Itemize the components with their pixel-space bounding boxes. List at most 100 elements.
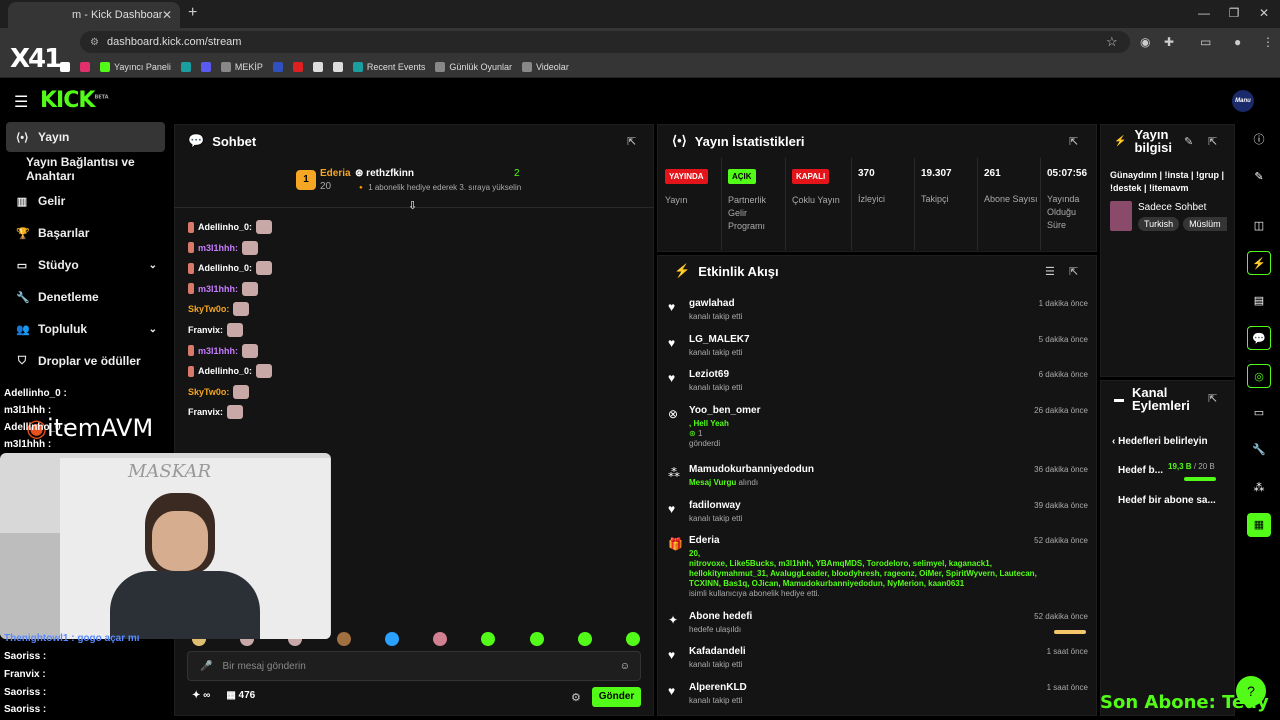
community-icon[interactable]: ⁂	[1247, 476, 1271, 500]
event-user[interactable]: Ederia	[689, 535, 720, 546]
minimize-icon[interactable]: —	[1194, 6, 1214, 20]
category-name[interactable]: Sadece Sohbet	[1138, 202, 1206, 213]
back-link[interactable]: ‹ Hedefleri belirleyin	[1112, 436, 1208, 447]
emote-icon[interactable]	[336, 632, 351, 646]
chat-username[interactable]: m3l1hhh:	[198, 346, 238, 356]
chat-username[interactable]: Adellinho_0:	[198, 222, 252, 232]
clapper-icon[interactable]: ▦	[1247, 513, 1271, 537]
chat-username[interactable]: Franvix:	[188, 407, 223, 417]
chat-icon[interactable]: 💬	[1247, 326, 1271, 350]
emote-icon[interactable]	[433, 632, 448, 646]
new-tab-icon[interactable]: +	[188, 4, 197, 22]
goal-2[interactable]: Hedef bir abone sa...	[1118, 495, 1216, 506]
broadcast-icon[interactable]: ◎	[1247, 364, 1271, 388]
bookmark-item[interactable]	[332, 61, 343, 72]
store[interactable]: ▦ 476	[226, 690, 255, 701]
address-bar[interactable]: ⚙ dashboard.kick.com/stream	[80, 31, 1130, 53]
camera-icon[interactable]: ◫	[1247, 214, 1271, 238]
extensions-puzzle-icon[interactable]: ✚	[1164, 35, 1174, 49]
edit-icon[interactable]: ✎	[1184, 135, 1193, 148]
heart-emote-icon[interactable]	[384, 632, 399, 646]
document-icon[interactable]: ▤	[1247, 289, 1271, 313]
bookmark-item[interactable]: Günlük Oyunlar	[435, 61, 512, 72]
emoji-picker-icon[interactable]: ☺	[620, 661, 630, 672]
menu-icon[interactable]: ☰	[14, 92, 28, 112]
chat-username[interactable]: m3l1hhh:	[198, 284, 238, 294]
emote-icon[interactable]	[481, 632, 496, 646]
avatar[interactable]: Manu	[1232, 90, 1254, 112]
bookmark-star-icon[interactable]: ☆	[1106, 34, 1118, 50]
event-user[interactable]: fadilonway	[689, 500, 741, 511]
close-tab-icon[interactable]: ✕	[162, 8, 172, 22]
wrench-icon[interactable]: 🔧	[1247, 438, 1271, 462]
mic-icon[interactable]: 🎤	[200, 661, 212, 672]
sidebar-item[interactable]: Yayın Bağlantısı ve Anahtarı	[6, 154, 165, 184]
close-window-icon[interactable]: ✕	[1254, 6, 1274, 20]
layout-icon[interactable]: ▭	[1247, 401, 1271, 425]
sidebar-item[interactable]: 👥 Topluluk ⌄	[6, 314, 165, 344]
emote-icon[interactable]	[529, 632, 544, 646]
chat-message[interactable]: Adellinho_0:	[188, 364, 273, 379]
sidebar-item[interactable]: 🏆 Başarılar	[6, 218, 165, 248]
browser-tab[interactable]: m - Kick Dashboard ✕	[8, 2, 180, 28]
bookmark-item[interactable]	[180, 61, 191, 72]
restore-icon[interactable]: ❐	[1224, 6, 1244, 20]
site-info-icon[interactable]: ⚙	[90, 37, 99, 48]
popout-icon[interactable]: ⇱	[1069, 135, 1078, 148]
extension-icon[interactable]: ◉	[1140, 35, 1150, 49]
chat-message[interactable]: Adellinho_0:	[188, 220, 273, 234]
sidebar-item[interactable]: ⛉ Droplar ve ödüller	[6, 346, 165, 376]
chat-username[interactable]: Adellinho_0:	[198, 366, 252, 376]
event-user[interactable]: AlperenKLD	[689, 682, 747, 693]
chat-message[interactable]: m3l1hhh:	[188, 240, 259, 255]
popout-icon[interactable]: ⇱	[627, 135, 636, 148]
sidebar-item[interactable]: ▭ Stüdyo ⌄	[6, 250, 165, 280]
popout-icon[interactable]: ⇱	[1069, 265, 1078, 278]
send-button[interactable]: Gönder	[592, 687, 641, 707]
info-icon[interactable]: ⓘ	[1247, 128, 1271, 152]
event-user[interactable]: LG_MALEK7	[689, 334, 750, 345]
bookmark-item[interactable]: MEKİP	[220, 61, 263, 72]
chat-message[interactable]: Franvix:	[188, 323, 244, 337]
chat-message[interactable]: m3l1hhh:	[188, 343, 259, 358]
browser-menu-icon[interactable]: ⋮	[1262, 35, 1274, 49]
event-user[interactable]: Abone hedefi	[689, 611, 752, 622]
event-user[interactable]: gawlahad	[689, 298, 735, 309]
chat-username[interactable]: Adellinho_0:	[198, 263, 252, 273]
goal-1[interactable]: Hedef b...	[1118, 465, 1163, 476]
filter-icon[interactable]: ☰	[1045, 265, 1055, 278]
bookmark-item[interactable]	[312, 61, 323, 72]
bookmark-item[interactable]: Yayıncı Paneli	[100, 61, 171, 72]
popout-icon[interactable]: ⇱	[1208, 135, 1217, 148]
emote-icon[interactable]	[625, 632, 640, 646]
pencil-icon[interactable]: ✎	[1247, 165, 1271, 189]
chat-message[interactable]: Adellinho_0:	[188, 261, 273, 276]
event-user[interactable]: Kafadandeli	[689, 646, 746, 657]
emote-icon[interactable]	[577, 632, 592, 646]
points[interactable]: ✦ ∞	[192, 690, 210, 701]
sidepanel-icon[interactable]: ▭	[1200, 35, 1211, 49]
sidebar-item[interactable]: ▥ Gelir	[6, 186, 165, 216]
chat-message[interactable]: SkyTw0o:	[188, 384, 250, 399]
kick-logo[interactable]: KICKBETA	[40, 88, 109, 113]
profile-icon[interactable]: ●	[1234, 35, 1241, 49]
sidebar-item[interactable]: ⟨•⟩ Yayın	[6, 122, 165, 152]
lightning-icon[interactable]: ⚡	[1247, 251, 1271, 275]
popout-icon[interactable]: ⇱	[1208, 392, 1217, 405]
bookmark-item[interactable]	[60, 61, 70, 72]
bookmark-item[interactable]: Recent Events	[352, 61, 425, 72]
bookmark-item[interactable]	[292, 61, 303, 72]
chat-message[interactable]: SkyTw0o:	[188, 302, 250, 317]
chevron-down-icon[interactable]: ⌄	[149, 324, 157, 335]
bookmark-item[interactable]	[200, 61, 211, 72]
bookmark-item[interactable]: Videolar	[521, 61, 569, 72]
event-user[interactable]: Mamudokurbanniyedodun	[689, 464, 814, 475]
scroll-down-icon[interactable]: ⇩	[408, 199, 417, 212]
tag[interactable]: Müslüm	[1183, 217, 1227, 231]
chevron-down-icon[interactable]: ⌄	[149, 260, 157, 271]
chat-message[interactable]: Franvix:	[188, 405, 244, 420]
chat-username[interactable]: SkyTw0o:	[188, 304, 229, 314]
bookmark-item[interactable]	[272, 61, 283, 72]
chat-message[interactable]: m3l1hhh:	[188, 281, 259, 296]
chat-input[interactable]: 🎤 Bir mesaj gönderin ☺	[187, 651, 641, 681]
